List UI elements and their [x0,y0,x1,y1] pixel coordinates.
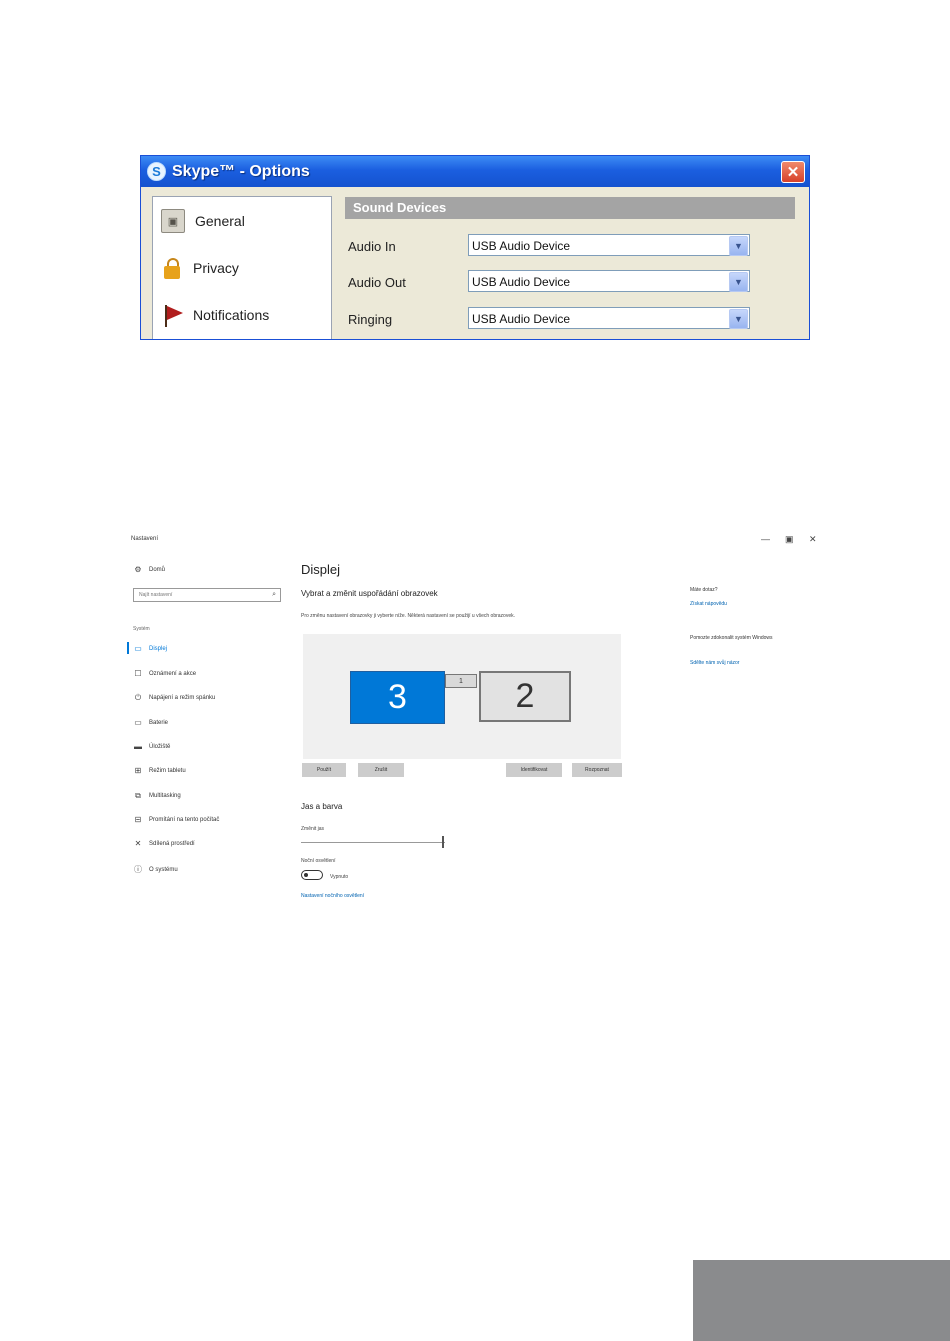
window-title: Nastavení [131,536,159,542]
notification-icon: ☐ [134,669,142,678]
multitasking-icon: ⧉ [135,791,141,800]
brightness-label: Změnit jas [301,826,325,832]
night-light-state: Vypnuto [330,874,349,880]
cancel-button[interactable]: Zrušit [358,763,404,777]
nav-item-label: Multitasking [149,793,181,799]
window-title: Skype™ - Options [172,162,310,180]
night-light-toggle[interactable] [301,870,323,880]
skype-logo-icon: S [147,162,166,181]
help-question: Máte dotaz? [690,587,718,593]
nav-item-multitasking[interactable]: ⧉ Multitasking [133,791,181,801]
skype-options-window: S Skype™ - Options ✕ ▣ General Privacy N… [140,155,810,340]
improve-windows-text: Pomozte zdokonalit systém Windows [690,635,773,641]
audio-out-value: USB Audio Device [472,275,571,289]
section-description: Pro změnu nastavení obrazovky ji vyberte… [301,613,515,619]
search-placeholder: Najít nastavení [139,592,173,598]
ringing-label: Ringing [348,312,393,327]
general-icon: ▣ [161,209,185,233]
close-button[interactable]: ✕ [809,534,817,545]
search-input[interactable]: Najít nastavení ⌕ [133,588,281,602]
brightness-slider-track[interactable] [301,842,445,843]
sidebar-item-label: Privacy [193,260,239,276]
identify-button[interactable]: Identifikovat [506,763,562,777]
nav-item-label: Režim tabletu [149,767,186,774]
options-sidebar: ▣ General Privacy Notifications [152,196,332,339]
tablet-icon: ⊞ [134,766,142,775]
nav-item-shared[interactable]: ✕ Sdílená prostředí [133,839,195,848]
flag-icon [161,304,183,327]
nav-home-label: Domů [149,566,166,573]
power-icon: ⏻ [134,693,142,702]
monitor-1[interactable]: 1 [445,674,477,688]
chevron-down-icon[interactable]: ▼ [729,272,748,292]
audio-out-row: Audio Out USB Audio Device ▼ [348,270,798,294]
nav-item-battery[interactable]: ▭ Baterie [133,718,168,727]
apply-button[interactable]: Použít [302,763,346,777]
gear-icon: ⚙ [134,565,142,574]
nav-item-label: Oznámení a akce [149,670,197,677]
audio-in-row: Audio In USB Audio Device ▼ [348,234,798,258]
monitor-3[interactable]: 3 [350,671,445,724]
brightness-section-title: Jas a barva [301,802,343,811]
nav-item-storage[interactable]: ▬ Úložiště [133,742,170,751]
storage-icon: ▬ [134,742,142,751]
nav-item-power[interactable]: ⏻ Napájení a režim spánku [133,693,216,703]
sidebar-item-label: General [195,213,245,229]
nav-item-label: Napájení a režim spánku [149,695,216,701]
nav-group-header: Systém [133,626,150,632]
sidebar-item-general[interactable]: ▣ General [161,209,245,233]
feedback-link[interactable]: Sdělte nám svůj názor [690,660,739,666]
page-title: Displej [301,562,341,577]
sidebar-item-label: Notifications [193,307,270,323]
section-title: Vybrat a změnit uspořádání obrazovek [301,589,438,598]
nav-item-label: Promítání na tento počítač [149,816,220,823]
minimize-button[interactable]: — [761,534,770,544]
ringing-select[interactable]: USB Audio Device ▼ [468,307,750,329]
display-arrangement-canvas[interactable]: 3 1 2 [303,634,621,759]
nav-item-label: Baterie [149,719,169,726]
audio-in-value: USB Audio Device [472,239,571,253]
audio-in-select[interactable]: USB Audio Device ▼ [468,234,750,256]
night-light-label: Noční osvětlení [301,858,336,864]
chevron-down-icon[interactable]: ▼ [729,236,748,256]
monitor-icon: ▭ [134,644,142,653]
sidebar-item-privacy[interactable]: Privacy [161,257,239,279]
title-bar: S Skype™ - Options ✕ [141,156,809,187]
audio-in-label: Audio In [348,239,396,254]
night-light-settings-link[interactable]: Nastavení nočního osvětlení [301,893,364,899]
battery-icon: ▭ [134,718,142,727]
sidebar-item-notifications[interactable]: Notifications [161,304,270,327]
search-icon: ⌕ [272,591,276,598]
section-header: Sound Devices [345,197,795,219]
audio-out-select[interactable]: USB Audio Device ▼ [468,270,750,292]
ringing-row: Ringing USB Audio Device ▼ [348,307,798,331]
nav-item-label: Sdílená prostředí [149,840,195,847]
shared-icon: ✕ [134,839,142,848]
page-corner-block [693,1260,950,1341]
chevron-down-icon[interactable]: ▼ [729,309,748,329]
nav-item-about[interactable]: ⓘ O systému [133,864,178,875]
brightness-slider-thumb[interactable] [442,836,444,848]
ringing-value: USB Audio Device [472,312,571,326]
projecting-icon: ⊟ [134,815,142,824]
nav-item-notifications[interactable]: ☐ Oznámení a akce [133,669,196,678]
get-help-link[interactable]: Získat nápovědu [690,601,727,607]
settings-window: Nastavení — ▣ ✕ ⚙ Domů Najít nastavení ⌕… [125,530,825,910]
lock-icon [161,257,183,279]
nav-home[interactable]: ⚙ Domů [133,565,165,574]
nav-item-display[interactable]: ▭ Displej [133,644,167,653]
nav-item-tablet[interactable]: ⊞ Režim tabletu [133,766,186,775]
close-button[interactable]: ✕ [781,161,805,183]
audio-out-label: Audio Out [348,275,406,290]
active-indicator [127,642,129,654]
nav-item-projecting[interactable]: ⊟ Promítání na tento počítač [133,815,220,824]
nav-item-label: O systému [149,866,178,873]
monitor-2[interactable]: 2 [479,671,571,722]
nav-item-label: Displej [149,645,168,652]
maximize-button[interactable]: ▣ [785,534,794,545]
detect-button[interactable]: Rozpoznat [572,763,622,777]
info-icon: ⓘ [134,865,142,874]
nav-item-label: Úložiště [149,743,171,750]
